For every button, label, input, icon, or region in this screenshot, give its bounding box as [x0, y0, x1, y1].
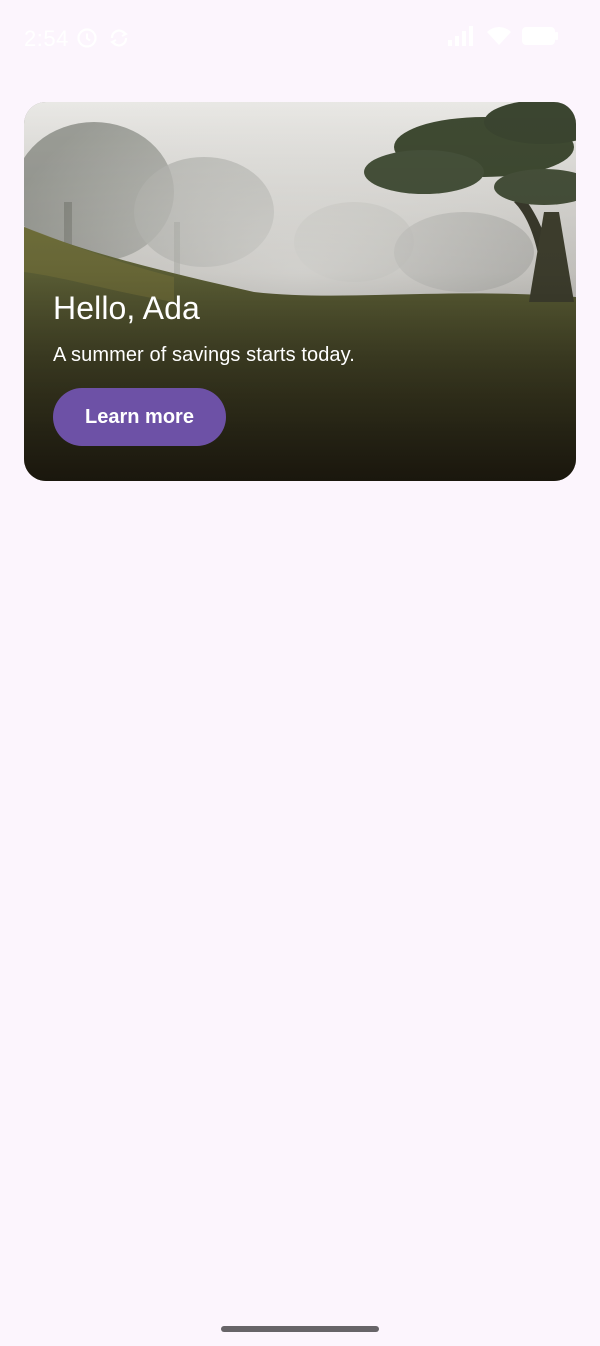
alarm-icon: [76, 27, 98, 49]
hero-title: Hello, Ada: [53, 290, 200, 326]
battery-icon: [522, 26, 558, 50]
hero-subtitle: A summer of savings starts today.: [53, 344, 355, 366]
hero-card: Hello, Ada A summer of savings starts to…: [24, 102, 576, 481]
gesture-handle[interactable]: [221, 1326, 379, 1332]
status-right-icons: [448, 25, 558, 51]
wifi-icon: [486, 26, 512, 51]
sync-icon: [108, 27, 130, 49]
status-time: 2:54: [24, 26, 69, 51]
learn-more-button[interactable]: Learn more: [53, 388, 226, 446]
signal-icon: [448, 25, 476, 51]
status-bar: 2:54: [0, 0, 600, 80]
app-screen: 2:54 Hello, Ada A summer of savings star…: [0, 0, 600, 1346]
